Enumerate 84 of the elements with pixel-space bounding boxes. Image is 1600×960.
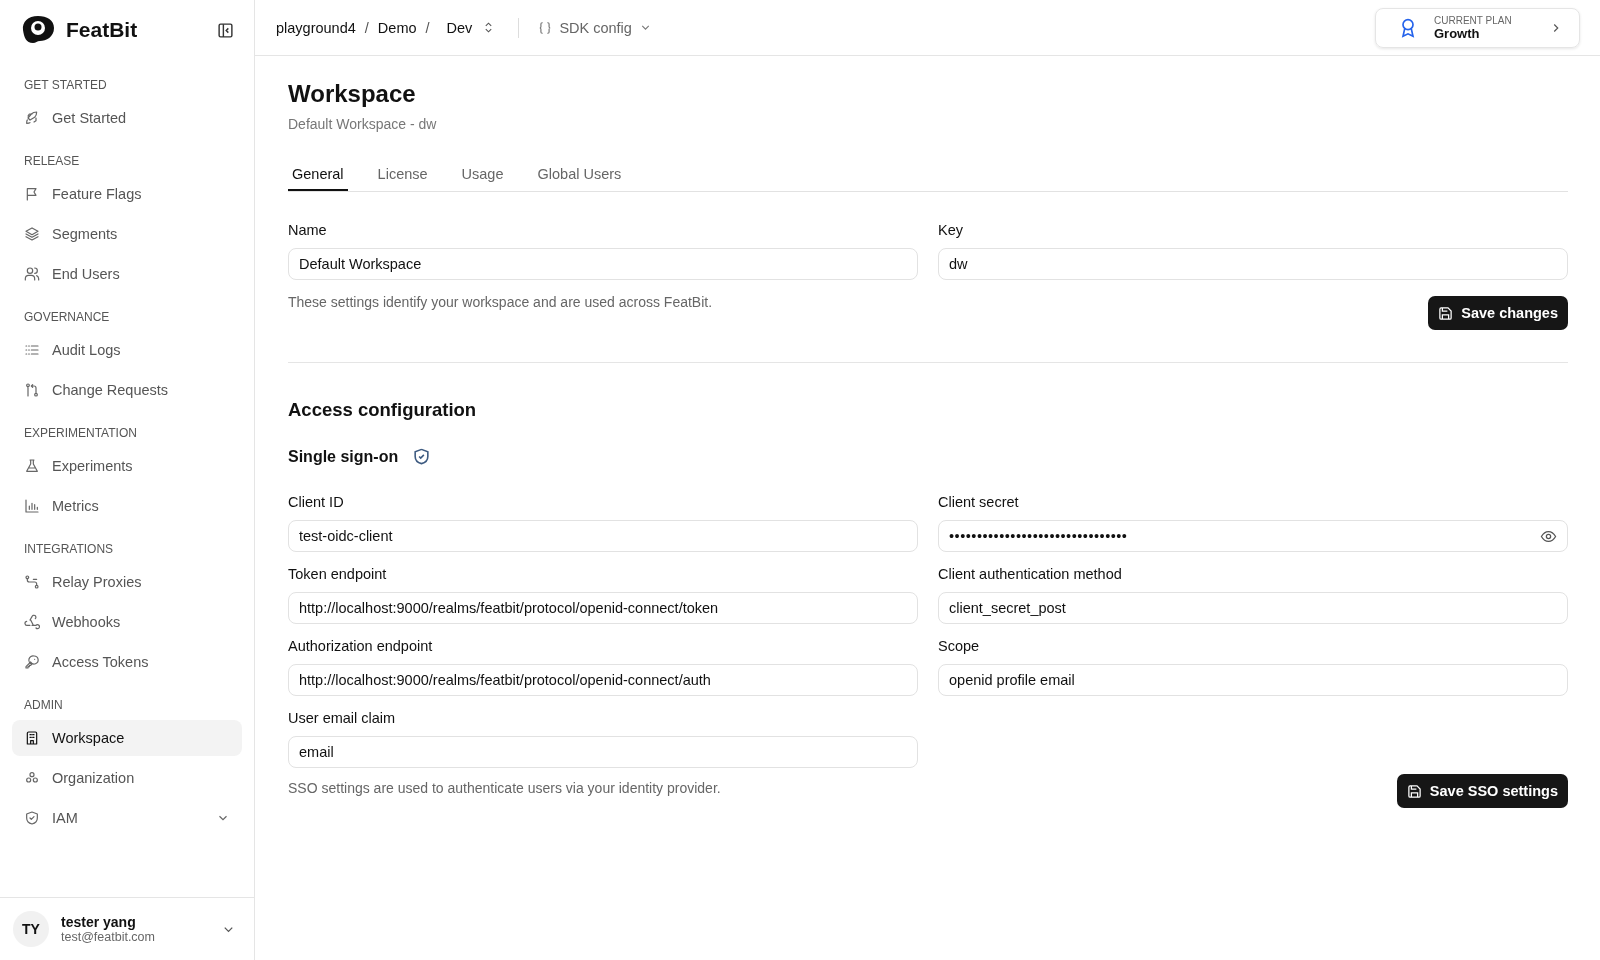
- password-field[interactable]: ••••••••••••••••••••••••••••••••: [938, 520, 1568, 552]
- field-label: Scope: [938, 638, 981, 654]
- input-field[interactable]: client_secret_post: [938, 592, 1568, 624]
- help-text: These settings identify your workspace and are used across FeatBit.: [288, 294, 713, 310]
- avatar: TY: [13, 911, 49, 947]
- help-text: SSO settings are used to authenticate users via your identity provider.: [288, 780, 721, 796]
- tab[interactable]: License: [373, 158, 432, 191]
- sidebar-item[interactable]: Get Started: [12, 100, 242, 136]
- sidebar-item[interactable]: Relay Proxies: [12, 564, 242, 600]
- plan-name: Growth: [1434, 25, 1481, 41]
- save-sso-button[interactable]: Save SSO settings: [1396, 774, 1568, 808]
- tab[interactable]: Global Users: [533, 158, 626, 191]
- user-name: tester yang: [61, 914, 137, 930]
- users-icon: [24, 266, 40, 282]
- relay-icon: [24, 574, 40, 590]
- braces-icon: [538, 20, 553, 35]
- tab[interactable]: Usage: [457, 158, 508, 191]
- user-email: test@featbit.com: [61, 930, 156, 944]
- building-icon: [24, 730, 40, 746]
- flag-icon: [24, 186, 40, 202]
- sidebar-item[interactable]: Segments: [12, 216, 242, 252]
- sidebar-item[interactable]: Access Tokens: [12, 644, 242, 680]
- input-field[interactable]: Default Workspace: [288, 248, 918, 280]
- logo-icon: [20, 14, 56, 46]
- sidebar-item[interactable]: Webhooks: [12, 604, 242, 640]
- webhook-icon: [24, 614, 40, 630]
- save-button[interactable]: Save changes: [1428, 296, 1568, 330]
- field-label: Key: [938, 222, 964, 238]
- section-title: GET STARTED: [23, 77, 108, 94]
- sidebar-item[interactable]: End Users: [12, 256, 242, 292]
- plan-caption: CURRENT PLAN: [1434, 14, 1513, 26]
- page-title: Workspace: [288, 80, 417, 108]
- circles-icon: [24, 770, 40, 786]
- flask-icon: [24, 458, 40, 474]
- environment-selector[interactable]: Dev: [446, 19, 496, 36]
- list-icon: [24, 342, 40, 358]
- field-label: Name: [288, 222, 328, 238]
- input-field[interactable]: email: [288, 736, 918, 768]
- section-title: RELEASE: [23, 153, 81, 170]
- sidebar-item[interactable]: Change Requests: [12, 372, 242, 408]
- input-field[interactable]: http://localhost:9000/realms/featbit/protocol/openid-connect/auth: [288, 664, 918, 696]
- section-title: EXPERIMENTATION: [23, 425, 138, 442]
- sidebar-item[interactable]: Feature Flags: [12, 176, 242, 212]
- user-menu[interactable]: TY tester yang test@featbit.com: [0, 897, 254, 960]
- field-label: Client secret: [938, 494, 1020, 510]
- sidebar-item[interactable]: Workspace: [12, 720, 242, 756]
- sidebar-item[interactable]: Audit Logs: [12, 332, 242, 368]
- brand-name: FeatBit: [66, 18, 139, 42]
- sidebar-item[interactable]: IAM: [12, 800, 242, 836]
- field-label: Token endpoint: [288, 566, 388, 582]
- field-label: Authorization endpoint: [288, 638, 434, 654]
- field-label: Client ID: [288, 494, 345, 510]
- input-field[interactable]: openid profile email: [938, 664, 1568, 696]
- section-title: GOVERNANCE: [23, 309, 111, 326]
- sdk-config-button[interactable]: SDK config: [538, 19, 652, 36]
- breadcrumb-separator: /: [425, 19, 430, 36]
- rocket-icon: [24, 110, 40, 126]
- breadcrumb-separator: /: [364, 19, 369, 36]
- sidebar-item[interactable]: Organization: [12, 760, 242, 796]
- section-title: INTEGRATIONS: [23, 541, 115, 558]
- plan-card[interactable]: CURRENT PLAN Growth: [1375, 7, 1580, 48]
- branch-icon: [24, 382, 40, 398]
- page-subtitle: Default Workspace - dw: [288, 116, 438, 132]
- sidebar-item[interactable]: Metrics: [12, 488, 242, 524]
- layers-icon: [24, 226, 40, 242]
- breadcrumb-link[interactable]: Demo: [377, 19, 417, 36]
- field-label: User email claim: [288, 710, 397, 726]
- input-field[interactable]: dw: [938, 248, 1568, 280]
- bar-chart-icon: [24, 498, 40, 514]
- breadcrumb-link[interactable]: playground4: [276, 19, 356, 36]
- key-icon: [24, 654, 40, 670]
- save-icon: [1406, 783, 1422, 799]
- input-field[interactable]: test-oidc-client: [288, 520, 918, 552]
- sidebar-toggle-icon[interactable]: [217, 21, 234, 39]
- sidebar-item[interactable]: Experiments: [12, 448, 242, 484]
- shield-icon: [24, 810, 40, 826]
- section-title: ADMIN: [23, 697, 64, 714]
- input-field[interactable]: http://localhost:9000/realms/featbit/protocol/openid-connect/token: [288, 592, 918, 624]
- save-icon: [1438, 305, 1454, 321]
- subsection-heading: Single sign-on: [288, 447, 399, 466]
- tab[interactable]: General: [288, 158, 348, 191]
- section-heading: Access configuration: [288, 399, 478, 421]
- field-label: Client authentication method: [938, 566, 1123, 582]
- shield-check-icon: [412, 447, 432, 466]
